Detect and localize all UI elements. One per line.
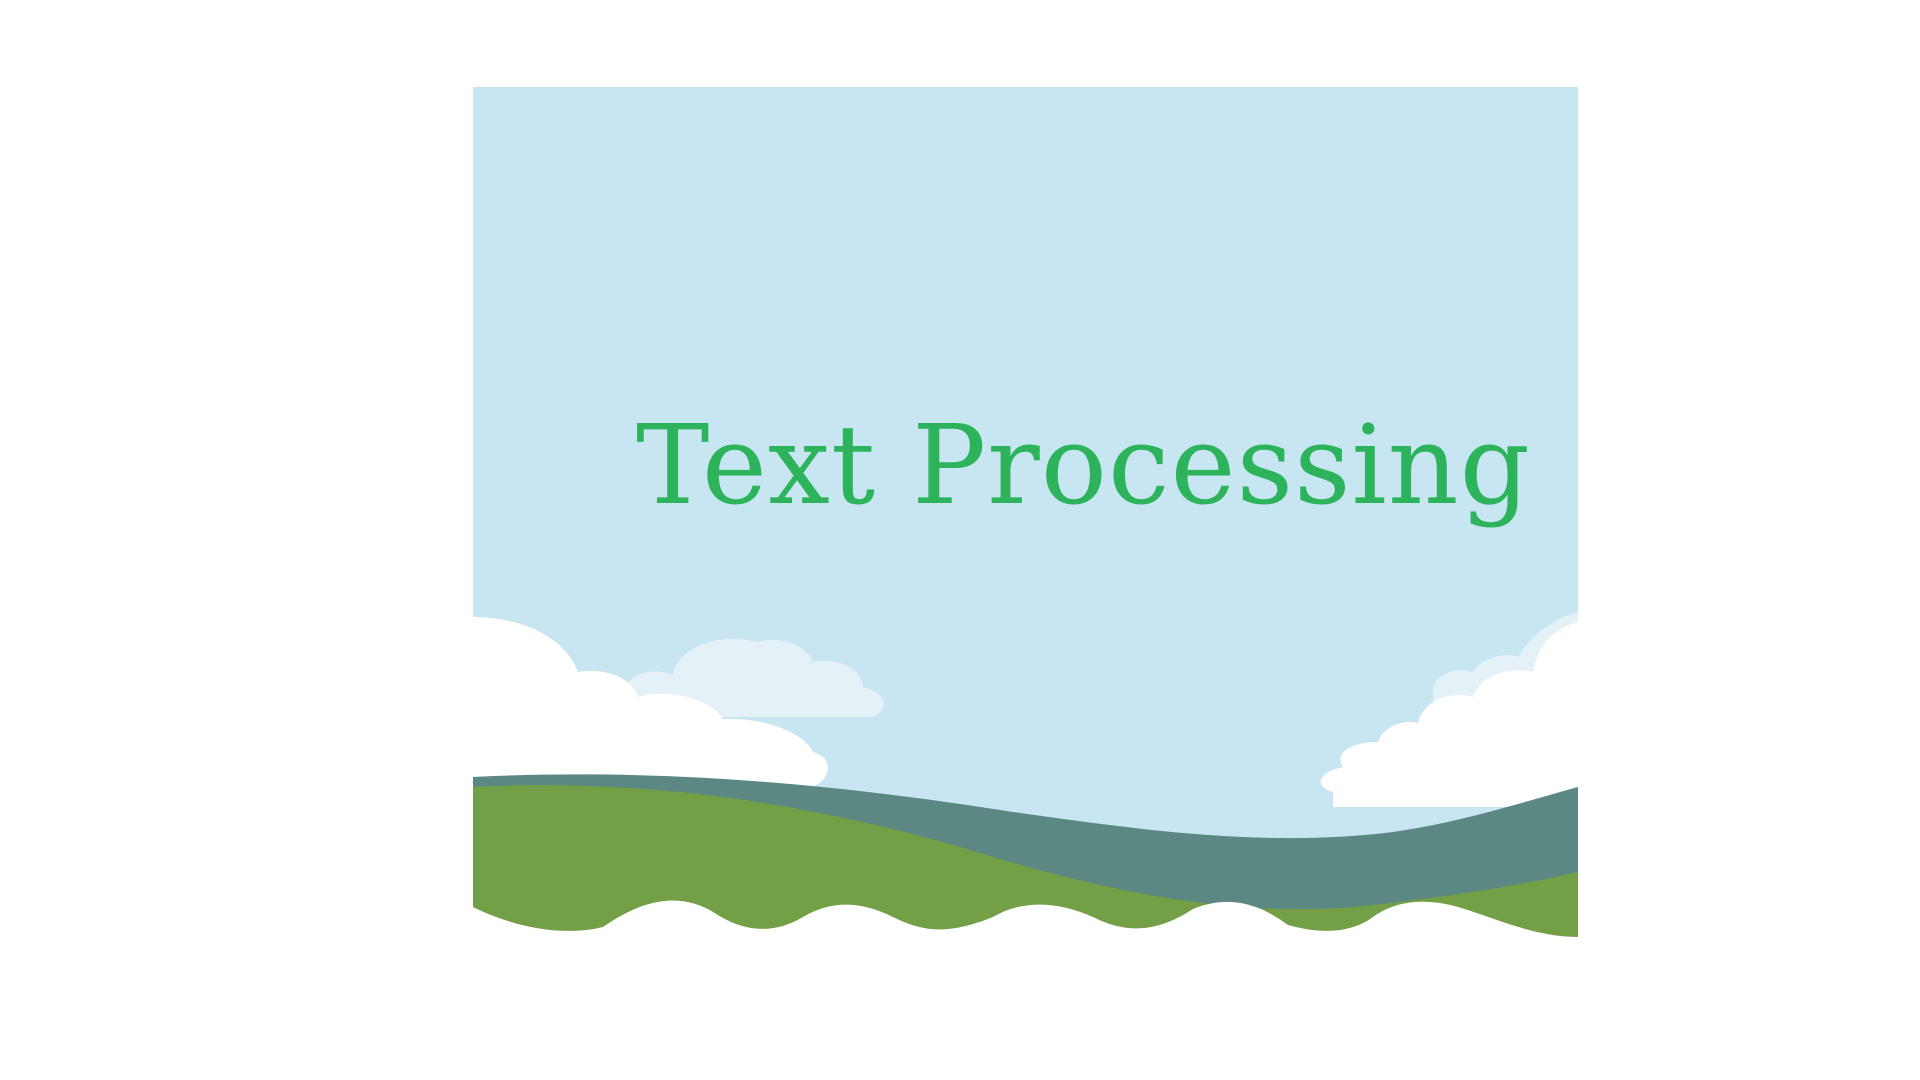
landscape-svg <box>473 87 1578 947</box>
landscape-illustration <box>473 87 1578 947</box>
slide-page: Text Processing <box>0 0 1920 1080</box>
wavy-bottom-edge <box>473 900 1578 947</box>
